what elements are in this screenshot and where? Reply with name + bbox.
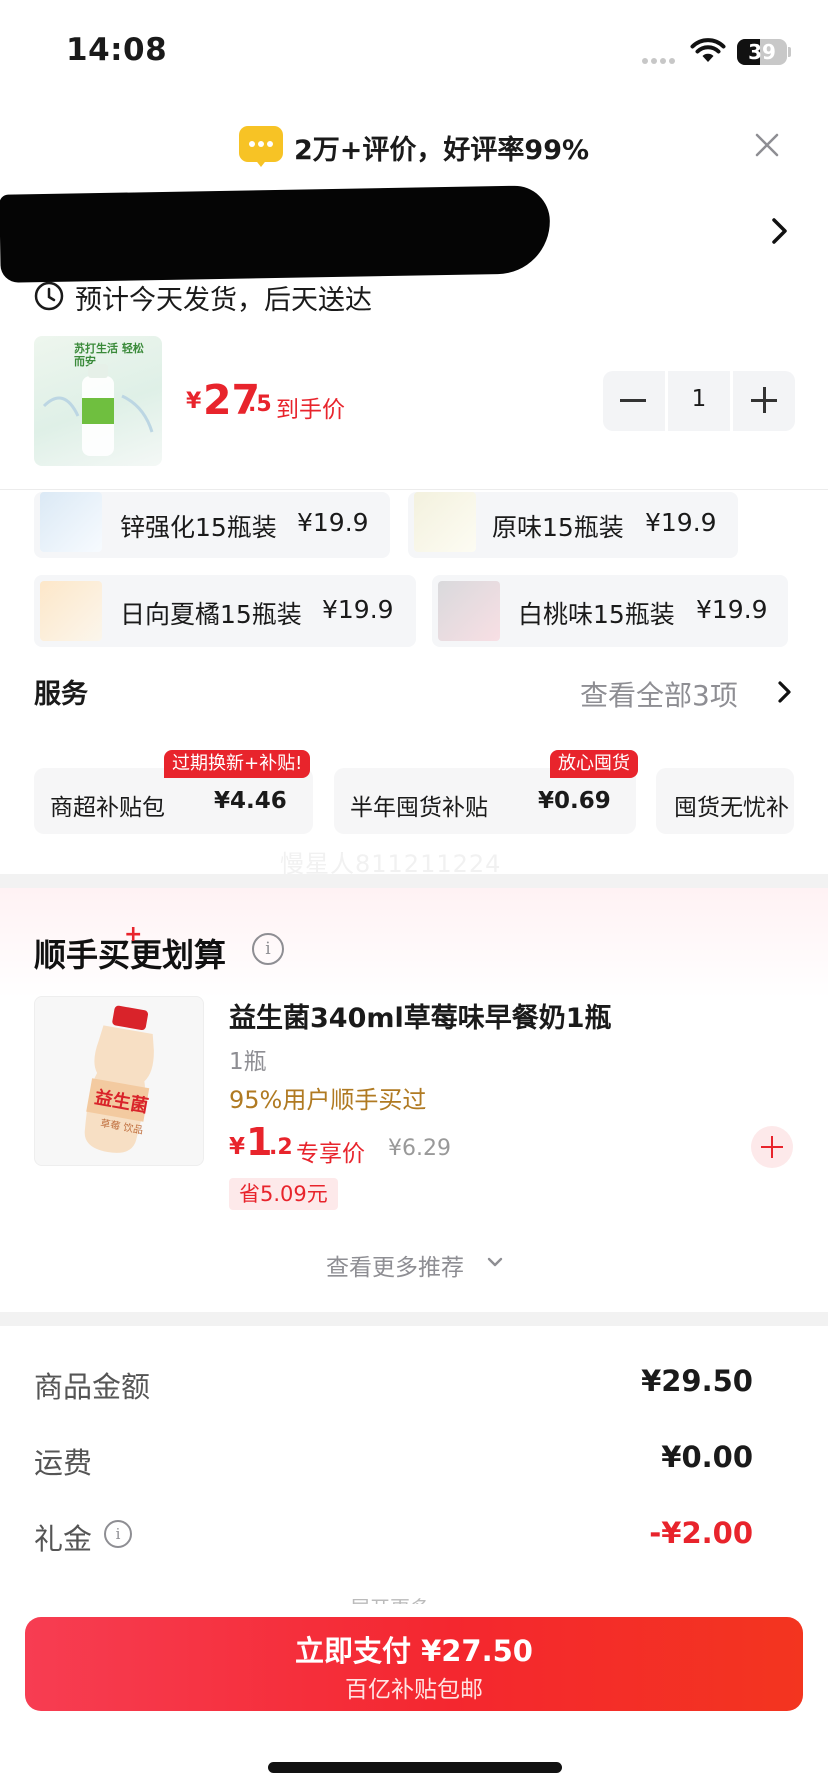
service-name: 半年囤货补贴 (350, 795, 488, 821)
addon-price-tag: 专享价 (296, 1141, 365, 1167)
summary-label-coupon: 礼金 (34, 1522, 93, 1556)
variant-price: ¥19.9 (645, 508, 717, 537)
variant-chip[interactable]: 白桃味15瓶装 ¥19.9 (432, 575, 788, 647)
clock-icon (34, 281, 64, 311)
chevron-down-icon[interactable] (486, 1254, 504, 1270)
home-indicator (268, 1762, 562, 1773)
summary-value-subtotal: ¥29.50 (641, 1364, 753, 1398)
price-decimal: .5 (248, 392, 272, 417)
summary-value-coupon: -¥2.00 (649, 1516, 753, 1550)
service-price: ¥0.69 (538, 788, 611, 814)
more-recommendations[interactable]: 查看更多推荐 (326, 1248, 464, 1282)
addon-product-name[interactable]: 益生菌340ml草莓味早餐奶1瓶 (229, 996, 612, 1035)
summary-label-shipping: 运费 (34, 1446, 93, 1480)
chevron-right-icon[interactable] (766, 214, 794, 248)
service-price: ¥4.46 (214, 788, 287, 814)
pay-button-label[interactable]: 立即支付 ¥27.50 (25, 1628, 803, 1670)
addon-original-price: ¥6.29 (388, 1136, 451, 1161)
addon-quantity: 1瓶 (229, 1049, 267, 1075)
variant-image (40, 581, 102, 641)
variant-image (40, 492, 102, 552)
service-name: 囤货无忧补 (674, 795, 789, 821)
section-divider (0, 874, 828, 888)
price-symbol: ¥ (186, 389, 202, 414)
service-tag: 过期换新+补贴! (164, 750, 311, 778)
quantity-stepper: 1 (603, 371, 795, 431)
variant-chip[interactable]: 日向夏橘15瓶装 ¥19.9 (34, 575, 416, 647)
addon-product-image[interactable]: 益生菌 草莓 饮品 (34, 996, 204, 1166)
service-view-all[interactable]: 查看全部3项 (580, 674, 738, 714)
info-icon[interactable]: i (104, 1520, 132, 1548)
info-icon[interactable]: i (252, 933, 284, 965)
price-label: 到手价 (276, 397, 345, 423)
review-summary: 2万+评价，好评率99% (294, 135, 590, 166)
variant-price: ¥19.9 (696, 595, 768, 624)
section-divider (0, 1312, 828, 1326)
quantity-value[interactable]: 1 (668, 386, 730, 412)
redacted-address[interactable] (0, 185, 551, 283)
variant-label: 锌强化15瓶装 (120, 513, 277, 542)
status-time: 14:08 (66, 32, 168, 68)
variant-price: ¥19.9 (297, 508, 369, 537)
service-name: 商超补贴包 (50, 795, 165, 821)
service-card[interactable]: 囤货无忧补 (656, 768, 794, 834)
variant-label: 原味15瓶装 (492, 513, 624, 542)
service-tag: 放心囤货 (550, 750, 638, 778)
expand-more[interactable]: 展开更多 (350, 1592, 430, 1604)
add-icon[interactable] (751, 1126, 793, 1168)
close-icon[interactable] (750, 128, 784, 162)
addon-plus-mark: + (124, 922, 143, 947)
variant-label: 日向夏橘15瓶装 (120, 600, 302, 629)
service-title: 服务 (34, 679, 88, 710)
wifi-icon (690, 38, 726, 62)
battery-tip (788, 47, 791, 57)
battery-percent: 39 (748, 40, 776, 64)
minus-icon[interactable] (620, 399, 646, 402)
product-thumbnail[interactable]: 苏打生活 轻松而安 (34, 336, 162, 466)
summary-label-subtotal: 商品金额 (34, 1370, 151, 1404)
summary-value-shipping: ¥0.00 (661, 1440, 753, 1474)
variant-chip[interactable]: 原味15瓶装 ¥19.9 (408, 492, 738, 558)
addon-social-proof: 95%用户顺手买过 (229, 1086, 427, 1114)
variant-label: 白桃味15瓶装 (518, 600, 675, 629)
addon-price-symbol: ¥ (229, 1134, 246, 1160)
delivery-estimate: 预计今天发货，后天送达 (75, 285, 372, 316)
variant-image (438, 581, 500, 641)
variant-chip[interactable]: 锌强化15瓶装 ¥19.9 (34, 492, 390, 558)
variant-price: ¥19.9 (322, 595, 394, 624)
divider (0, 489, 828, 490)
variant-image (414, 492, 476, 552)
cellular-signal-icon (642, 58, 678, 64)
addon-price-decimal: .2 (269, 1135, 293, 1160)
chevron-right-icon[interactable] (775, 678, 795, 706)
addon-savings-badge: 省5.09元 (229, 1178, 338, 1210)
message-icon (239, 126, 283, 167)
pay-button-sublabel[interactable]: 百亿补贴包邮 (25, 1670, 803, 1704)
